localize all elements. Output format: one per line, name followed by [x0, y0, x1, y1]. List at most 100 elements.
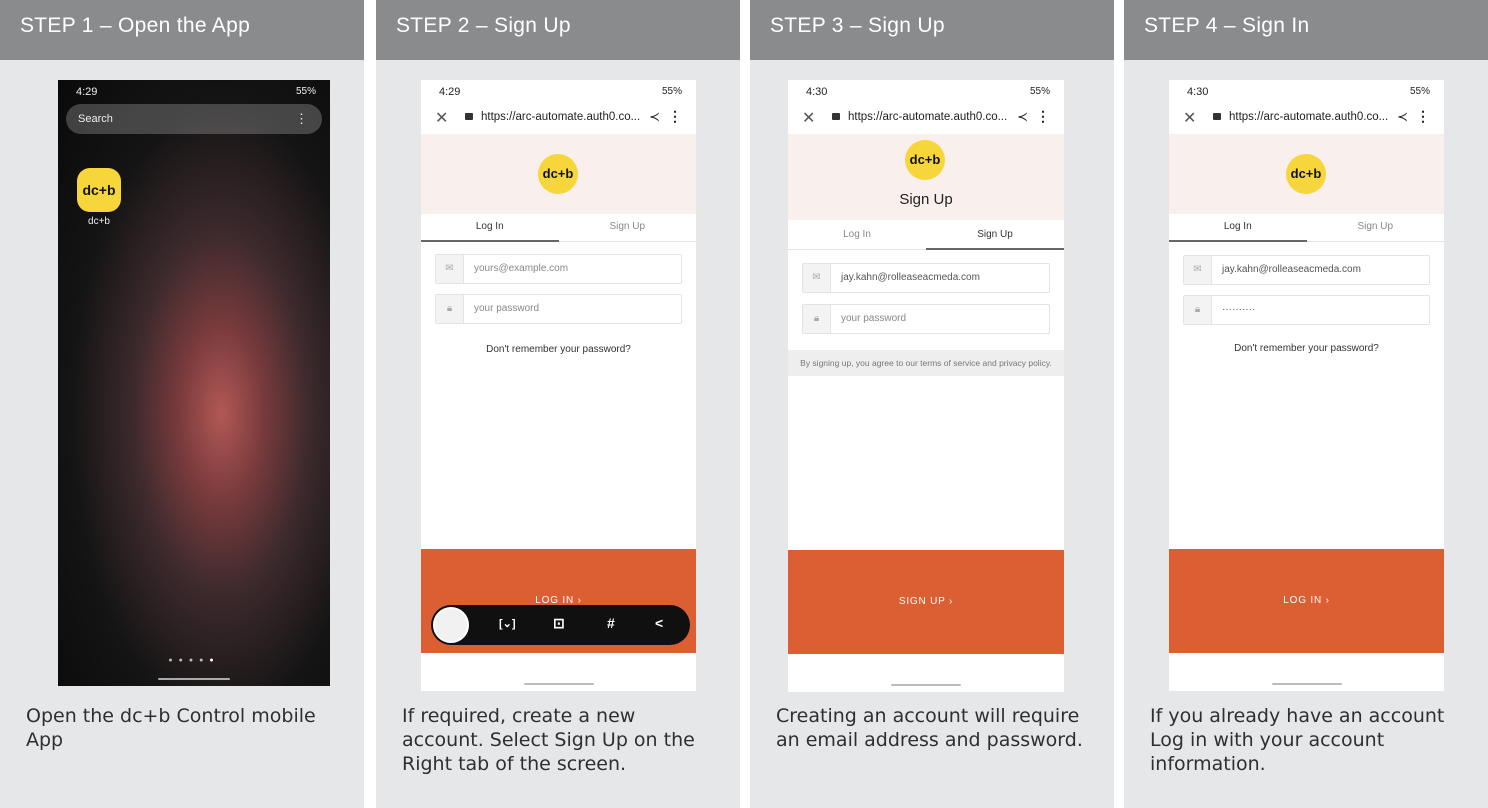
step-4-title: STEP 4 – Sign In [1124, 0, 1488, 60]
battery-level: 55% [1409, 86, 1430, 97]
step-2-caption: If required, create a new account. Selec… [402, 705, 695, 775]
login-filled-screenshot: 4:30 55% ✕ https://arc-automate.auth0.co… [1169, 80, 1444, 691]
status-time: 4:30 [1187, 86, 1209, 98]
password-placeholder: your password [474, 303, 540, 314]
home-screen-screenshot: 4:29 55% Search ⋮ dc+b dc+b ●●●●● [58, 80, 330, 686]
tab-log-in[interactable]: Log In [788, 222, 926, 250]
browser-url-bar: ✕ https://arc-automate.auth0.co... ≺ ⋮ [421, 104, 696, 134]
more-options-icon[interactable]: ⋮ [1416, 108, 1430, 125]
signup-screen-screenshot: 4:30 55% ✕ https://arc-automate.auth0.co… [788, 80, 1064, 692]
page-indicator: ●●●●● [168, 657, 220, 664]
crop-edit-icon[interactable]: ⊡ [553, 615, 565, 632]
step-3-panel: STEP 3 – Sign Up 4:30 55% ✕ https://arc-… [750, 0, 1114, 808]
forgot-password-link[interactable]: Don't remember your password? [421, 344, 696, 355]
step-1-panel: STEP 1 – Open the App 4:29 55% Search ⋮ … [0, 0, 364, 808]
url-text[interactable]: https://arc-automate.auth0.co... [1229, 111, 1388, 123]
close-icon[interactable]: ✕ [435, 108, 448, 128]
share-icon[interactable]: < [655, 615, 663, 631]
step-3-title: STEP 3 – Sign Up [750, 0, 1114, 60]
email-placeholder: yours@example.com [474, 263, 569, 274]
status-bar: 4:29 55% [421, 86, 696, 100]
home-indicator [891, 684, 961, 686]
dcb-app-icon[interactable]: dc+b [77, 168, 121, 212]
browser-url-bar: ✕ https://arc-automate.auth0.co... ≺ ⋮ [788, 104, 1064, 134]
dcb-logo: dc+b [538, 154, 578, 194]
scroll-capture-icon[interactable]: [⌄] [499, 617, 516, 630]
share-icon[interactable]: ≺ [649, 109, 660, 125]
tab-log-in[interactable]: Log In [1169, 214, 1307, 242]
search-bar[interactable]: Search ⋮ [66, 104, 322, 134]
step-1-caption: Open the dc+b Control mobile App [26, 705, 316, 751]
battery-level: 55% [1029, 86, 1050, 97]
dcb-logo: dc+b [1286, 154, 1326, 194]
password-field[interactable]: 🔒︎ your password [435, 294, 682, 324]
terms-notice[interactable]: By signing up, you agree to our terms of… [788, 350, 1064, 376]
share-icon[interactable]: ≺ [1397, 109, 1408, 125]
auth-tabs: Log In Sign Up [1169, 214, 1444, 242]
status-time: 4:30 [806, 86, 828, 98]
screenshot-toolbar: [⌄] ⊡ # < [431, 605, 690, 645]
log-in-button[interactable]: LOG IN › [1169, 549, 1444, 653]
email-field[interactable]: ✉ yours@example.com [435, 254, 682, 284]
hashtag-icon[interactable]: # [607, 615, 615, 631]
status-time: 4:29 [76, 86, 98, 98]
lock-icon [1213, 113, 1221, 120]
password-placeholder: your password [841, 313, 907, 324]
status-time: 4:29 [439, 86, 461, 98]
battery-level: 55% [295, 86, 316, 97]
url-text[interactable]: https://arc-automate.auth0.co... [481, 111, 640, 123]
home-indicator [158, 678, 230, 680]
battery-level: 55% [661, 86, 682, 97]
close-icon[interactable]: ✕ [802, 108, 815, 128]
more-options-icon[interactable]: ⋮ [668, 108, 682, 125]
lock-icon: 🔒︎ [436, 295, 464, 323]
share-icon[interactable]: ≺ [1017, 109, 1028, 125]
login-screen-screenshot: 4:29 55% ✕ https://arc-automate.auth0.co… [421, 80, 696, 691]
home-indicator [523, 683, 594, 685]
sign-up-heading: Sign Up [899, 191, 953, 208]
status-bar: 4:30 55% [788, 86, 1064, 100]
url-text[interactable]: https://arc-automate.auth0.co... [848, 111, 1007, 123]
more-options-icon[interactable]: ⋮ [1036, 108, 1050, 125]
browser-url-bar: ✕ https://arc-automate.auth0.co... ≺ ⋮ [1169, 104, 1444, 134]
email-field[interactable]: ✉ jay.kahn@rolleaseacmeda.com [802, 263, 1050, 293]
more-options-icon[interactable]: ⋮ [295, 111, 308, 127]
screenshot-thumbnail-icon[interactable] [433, 607, 469, 643]
search-label: Search [78, 113, 113, 125]
lock-icon [832, 113, 840, 120]
envelope-icon: ✉ [803, 264, 831, 292]
app-label: dc+b [88, 216, 110, 227]
dcb-logo: dc+b [905, 140, 945, 180]
hero-banner: dc+b [1169, 134, 1444, 214]
status-bar: 4:29 55% [58, 86, 330, 100]
tab-sign-up[interactable]: Sign Up [558, 214, 696, 242]
password-field[interactable]: 🔒︎ ·········· [1183, 295, 1430, 325]
lock-icon: 🔒︎ [1184, 296, 1212, 324]
lock-icon: 🔒︎ [803, 305, 831, 333]
email-field[interactable]: ✉ jay.kahn@rolleaseacmeda.com [1183, 255, 1430, 285]
step-2-title: STEP 2 – Sign Up [376, 0, 740, 60]
hero-banner: dc+b [421, 134, 696, 214]
hero-banner: dc+b Sign Up [788, 134, 1064, 220]
lock-icon [465, 113, 473, 120]
auth-tabs: Log In Sign Up [421, 214, 696, 242]
step-4-panel: STEP 4 – Sign In 4:30 55% ✕ https://arc-… [1124, 0, 1488, 808]
password-field[interactable]: 🔒︎ your password [802, 304, 1050, 334]
envelope-icon: ✉ [436, 255, 464, 283]
log-in-label: LOG IN › [1283, 595, 1330, 606]
close-icon[interactable]: ✕ [1183, 108, 1196, 128]
email-value: jay.kahn@rolleaseacmeda.com [841, 272, 980, 283]
password-value: ·········· [1222, 304, 1256, 315]
tab-log-in[interactable]: Log In [421, 214, 559, 242]
status-bar: 4:30 55% [1169, 86, 1444, 100]
envelope-icon: ✉ [1184, 256, 1212, 284]
tab-sign-up[interactable]: Sign Up [926, 222, 1064, 250]
auth-tabs: Log In Sign Up [788, 222, 1064, 250]
tab-sign-up[interactable]: Sign Up [1306, 214, 1444, 242]
forgot-password-link[interactable]: Don't remember your password? [1169, 343, 1444, 354]
step-1-title: STEP 1 – Open the App [0, 0, 364, 60]
sign-up-button[interactable]: SIGN UP › [788, 550, 1064, 654]
home-indicator [1271, 683, 1342, 685]
sign-up-label: SIGN UP › [898, 596, 954, 607]
step-2-panel: STEP 2 – Sign Up 4:29 55% ✕ https://arc-… [376, 0, 740, 808]
